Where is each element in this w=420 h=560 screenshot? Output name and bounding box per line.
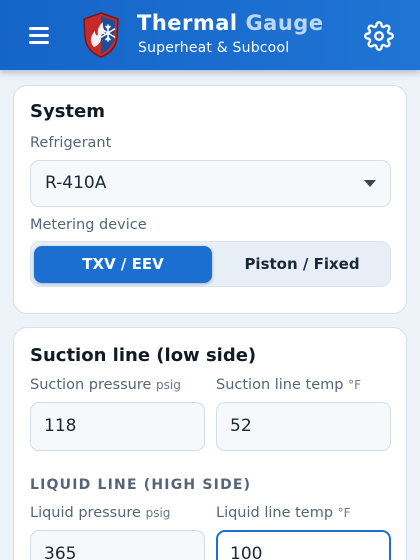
system-section-title: System bbox=[30, 101, 105, 122]
suction-pressure-input[interactable]: 118 bbox=[30, 402, 205, 451]
metering-device-label: Metering device bbox=[30, 217, 147, 233]
liquid-pressure-label-text: Liquid pressure bbox=[30, 505, 141, 521]
suction-pressure-label: Suction pressure psig bbox=[30, 377, 181, 393]
suction-temp-label-text: Suction line temp bbox=[216, 377, 344, 393]
hamburger-menu-icon[interactable] bbox=[26, 24, 56, 46]
app-title-secondary: Gauge bbox=[245, 11, 324, 35]
liquid-temp-label: Liquid line temp °F bbox=[216, 505, 351, 521]
suction-pressure-unit: psig bbox=[156, 378, 181, 392]
liquid-pressure-label: Liquid pressure psig bbox=[30, 505, 170, 521]
app-title: Thermal Gauge bbox=[137, 11, 324, 35]
chevron-down-icon bbox=[364, 180, 376, 187]
metering-device-toggle: TXV / EEV Piston / Fixed bbox=[30, 241, 391, 287]
suction-section-title: Suction line (low side) bbox=[30, 345, 257, 366]
suction-line-card: Suction line (low side) Suction pressure… bbox=[13, 327, 407, 560]
liquid-pressure-unit: psig bbox=[145, 506, 171, 520]
liquid-line-section-title: LIQUID LINE (HIGH SIDE) bbox=[30, 477, 252, 493]
metering-option-txv-eev[interactable]: TXV / EEV bbox=[34, 246, 212, 283]
liquid-pressure-input[interactable]: 365 bbox=[30, 530, 205, 560]
liquid-temp-label-text: Liquid line temp bbox=[216, 505, 334, 521]
system-card: System Refrigerant R-410A Metering devic… bbox=[13, 85, 407, 314]
liquid-temp-input[interactable]: 100 bbox=[216, 530, 391, 560]
suction-temp-input[interactable]: 52 bbox=[216, 402, 391, 451]
app-subtitle: Superheat & Subcool bbox=[138, 40, 290, 56]
refrigerant-selected-value: R-410A bbox=[45, 173, 107, 193]
suction-temp-unit: °F bbox=[348, 378, 361, 392]
app-title-primary: Thermal bbox=[137, 11, 238, 35]
app-header: Thermal Gauge Superheat & Subcool bbox=[0, 0, 420, 70]
liquid-temp-unit: °F bbox=[337, 506, 351, 520]
suction-pressure-label-text: Suction pressure bbox=[30, 377, 152, 393]
app-logo bbox=[83, 12, 119, 58]
gear-icon[interactable] bbox=[364, 21, 394, 51]
metering-option-piston-fixed[interactable]: Piston / Fixed bbox=[217, 246, 387, 283]
refrigerant-label: Refrigerant bbox=[30, 135, 112, 151]
suction-temp-label: Suction line temp °F bbox=[216, 377, 361, 393]
refrigerant-select[interactable]: R-410A bbox=[30, 160, 391, 207]
